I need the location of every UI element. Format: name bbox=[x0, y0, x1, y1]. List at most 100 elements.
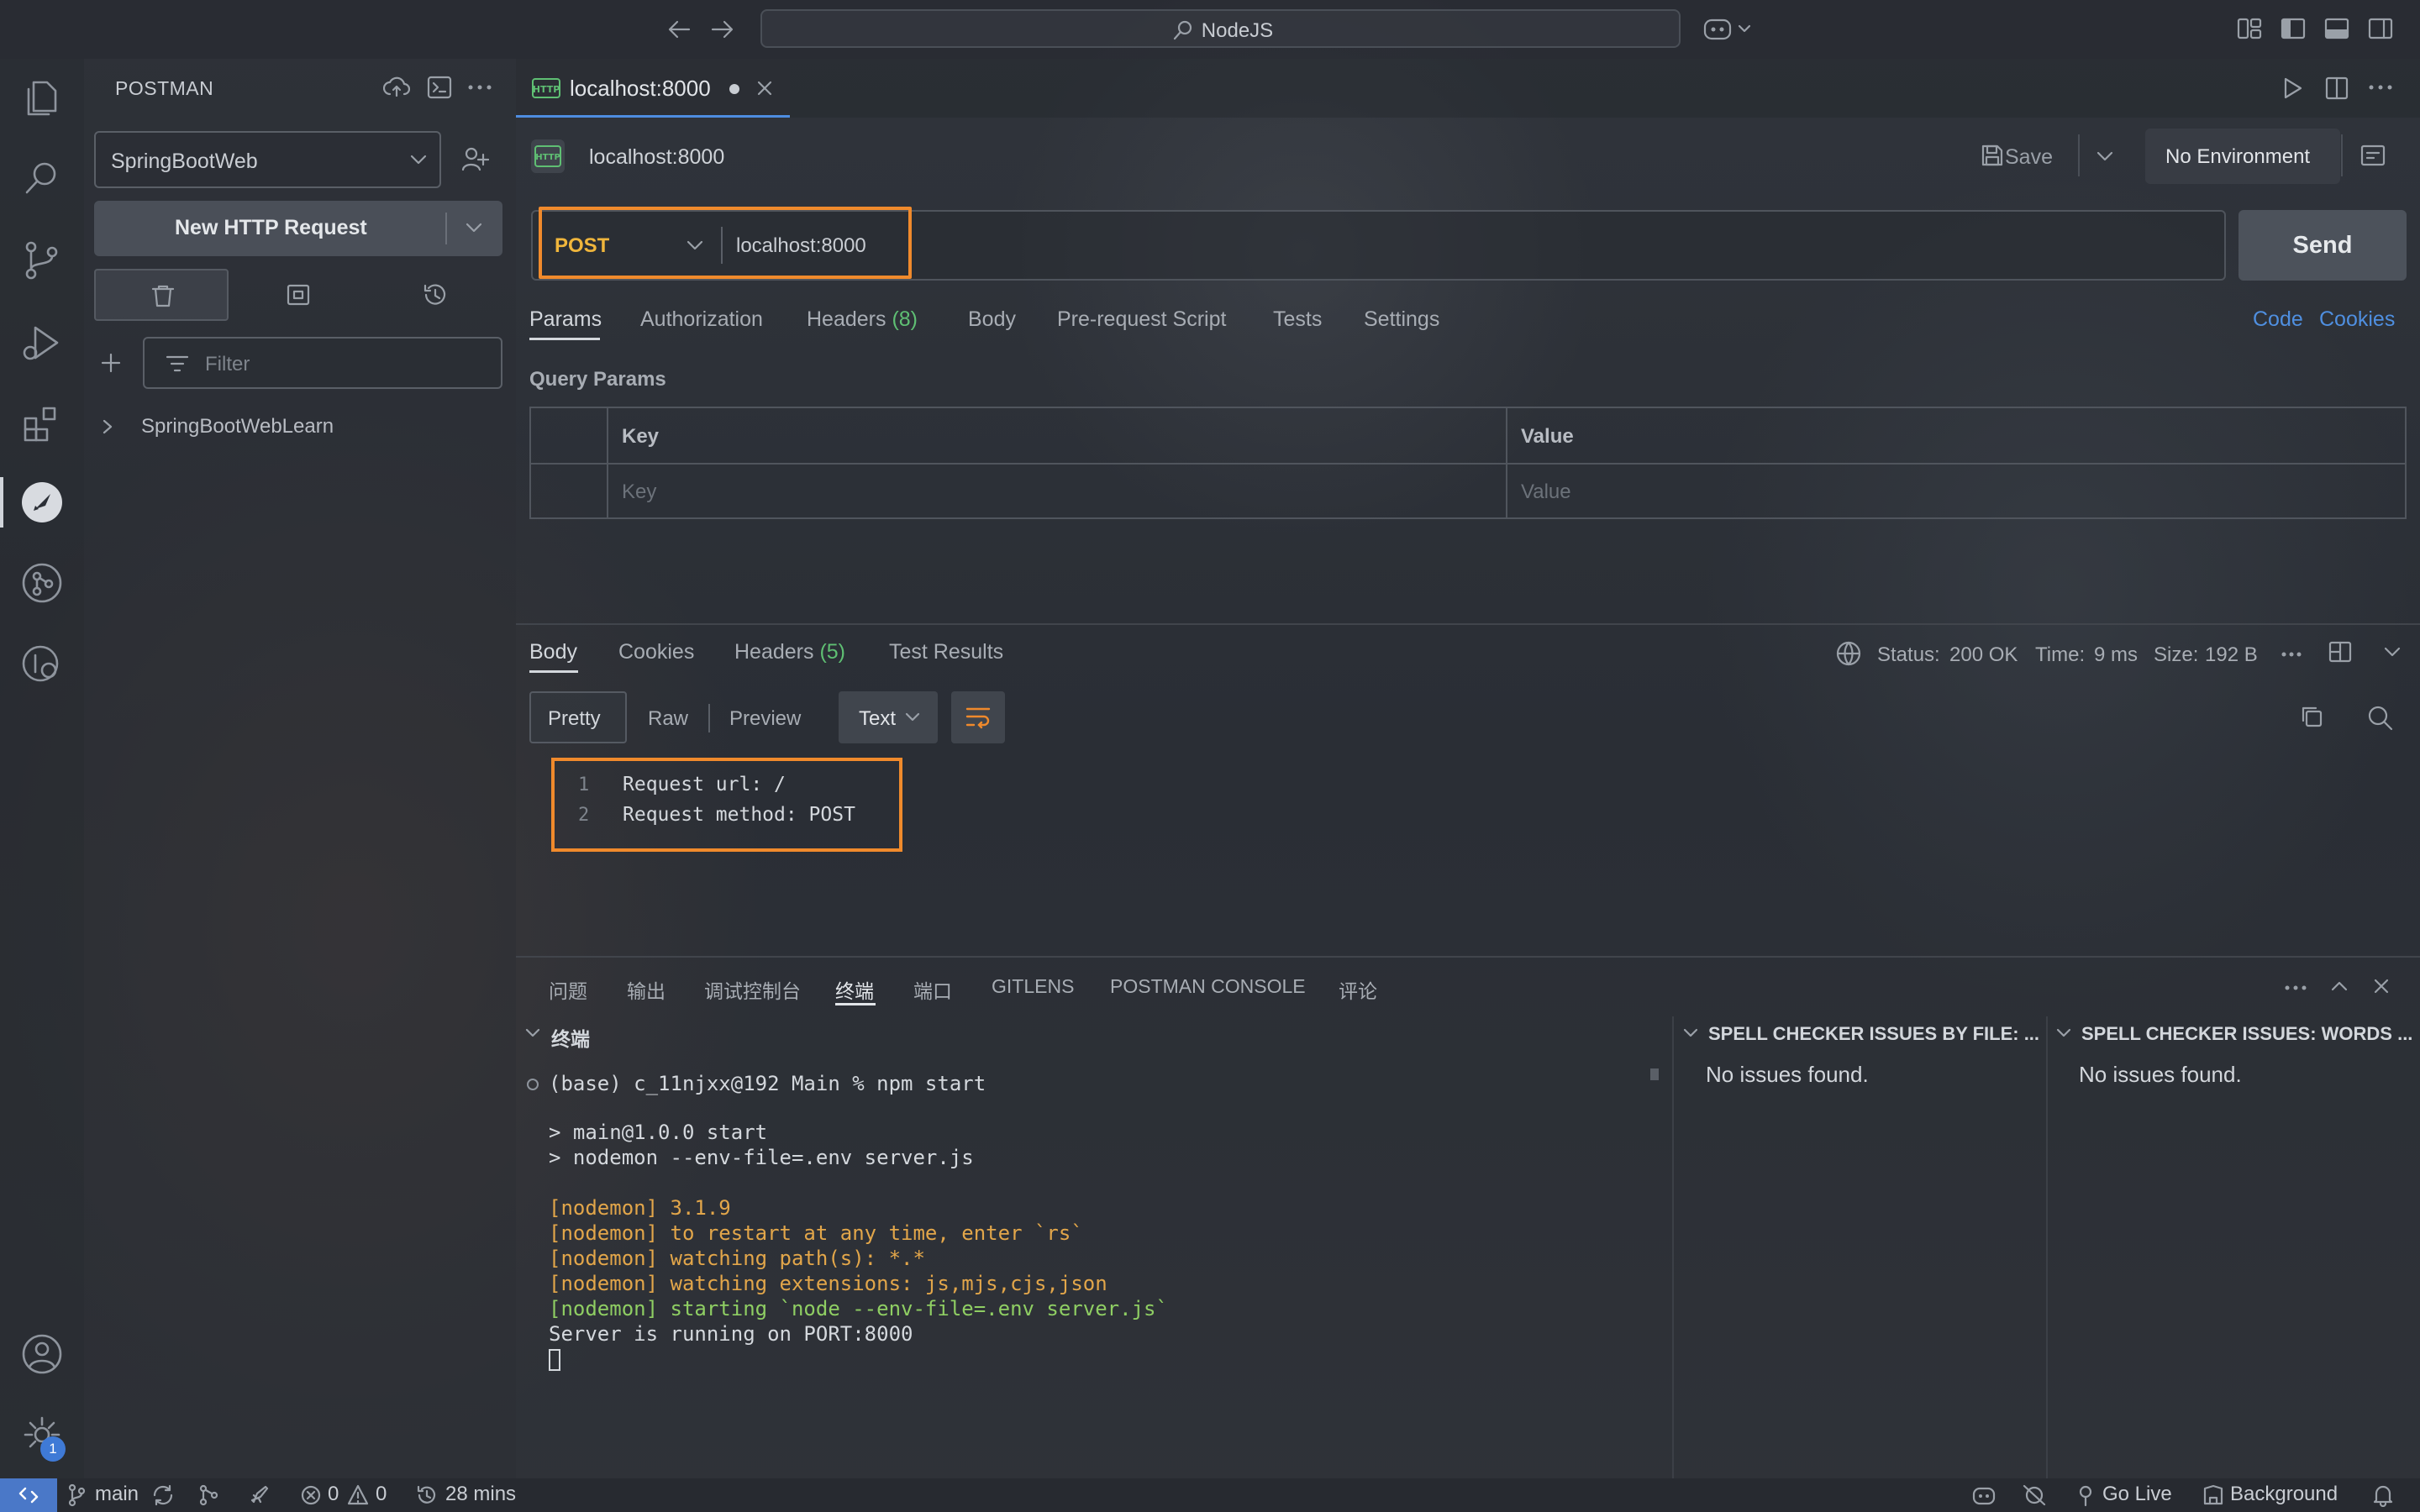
source-control-icon[interactable] bbox=[18, 237, 66, 284]
close-tab-icon[interactable] bbox=[755, 78, 775, 98]
time-history-icon[interactable] bbox=[415, 1483, 439, 1507]
add-collection-icon[interactable] bbox=[99, 351, 123, 375]
tab-body[interactable]: Body bbox=[968, 307, 1016, 332]
terminal-scrollbar[interactable] bbox=[1650, 1068, 1659, 1080]
warning-count[interactable]: 0 bbox=[376, 1483, 387, 1506]
value-input[interactable]: Value bbox=[1521, 480, 1571, 504]
panel-tab-gitlens[interactable]: GITLENS bbox=[992, 975, 1074, 998]
panel-tab-ports[interactable]: 端口 bbox=[913, 975, 952, 1004]
wrap-lines-button[interactable] bbox=[951, 691, 1005, 743]
environment-quick-look-icon[interactable] bbox=[2360, 143, 2386, 168]
response-tab-cookies[interactable]: Cookies bbox=[618, 640, 694, 664]
terminal-icon[interactable] bbox=[427, 76, 452, 99]
account-icon[interactable] bbox=[18, 1331, 66, 1378]
chevron-down-icon[interactable] bbox=[464, 221, 484, 236]
command-center-search[interactable]: NodeJS bbox=[760, 9, 1681, 48]
gitlens-inspect-icon[interactable] bbox=[18, 640, 66, 687]
url-input[interactable]: localhost:8000 bbox=[736, 234, 866, 258]
response-more-icon[interactable] bbox=[2281, 651, 2302, 658]
add-user-icon[interactable] bbox=[460, 144, 489, 173]
send-button[interactable]: Send bbox=[2238, 210, 2407, 281]
split-editor-icon[interactable] bbox=[2324, 76, 2349, 101]
branch-name[interactable]: main bbox=[95, 1483, 139, 1506]
method-chevron-icon[interactable] bbox=[686, 239, 704, 252]
response-tab-test-results[interactable]: Test Results bbox=[889, 640, 1003, 664]
request-response-divider[interactable] bbox=[516, 623, 2420, 625]
terminal-cursor[interactable] bbox=[549, 1349, 560, 1371]
sync-icon[interactable] bbox=[151, 1483, 175, 1507]
maximize-panel-icon[interactable] bbox=[2329, 976, 2349, 996]
size-value[interactable]: 192 B bbox=[2205, 643, 2258, 667]
layout-toggle-icon[interactable] bbox=[2328, 640, 2353, 664]
response-tab-headers[interactable]: Headers (5) bbox=[734, 640, 845, 664]
cloud-upload-icon[interactable] bbox=[383, 76, 410, 99]
panel-tab-comments[interactable]: 评论 bbox=[1339, 975, 1377, 1004]
panel-more-icon[interactable] bbox=[2284, 984, 2307, 991]
notifications-bell-icon[interactable] bbox=[2371, 1483, 2395, 1507]
customize-layout-icon[interactable] bbox=[2237, 17, 2262, 40]
text-format-select[interactable]: Text bbox=[839, 691, 938, 743]
time-value[interactable]: 9 ms bbox=[2094, 643, 2138, 667]
back-arrow-icon[interactable] bbox=[667, 18, 691, 40]
globe-icon[interactable] bbox=[1835, 640, 1862, 667]
environment-select[interactable]: No Environment bbox=[2145, 129, 2340, 184]
tab-headers[interactable]: Headers (8) bbox=[807, 307, 918, 332]
format-preview-button[interactable]: Preview bbox=[729, 707, 801, 731]
editor-more-icon[interactable] bbox=[2368, 84, 2393, 91]
toggle-panel-icon[interactable] bbox=[2324, 17, 2349, 40]
run-debug-icon[interactable] bbox=[18, 319, 66, 366]
response-tab-body[interactable]: Body bbox=[529, 640, 577, 664]
workspace-select[interactable]: SpringBootWeb bbox=[94, 131, 441, 188]
environments-tab[interactable] bbox=[231, 269, 366, 321]
panel-split-divider[interactable] bbox=[1672, 1016, 1674, 1478]
tab-pre-request-script[interactable]: Pre-request Script bbox=[1057, 307, 1226, 332]
chevron-right-icon[interactable] bbox=[101, 418, 114, 435]
gitlens-icon[interactable] bbox=[18, 559, 66, 606]
search-icon[interactable] bbox=[18, 155, 66, 202]
run-icon[interactable] bbox=[2281, 76, 2304, 101]
error-count[interactable]: 0 bbox=[328, 1483, 339, 1506]
git-graph-icon[interactable] bbox=[198, 1483, 220, 1507]
go-live-icon[interactable] bbox=[2075, 1483, 2096, 1507]
debug-status-icon[interactable] bbox=[2022, 1483, 2047, 1507]
deploy-rocket-icon[interactable] bbox=[249, 1483, 272, 1507]
terminal-collapse-chevron-icon[interactable] bbox=[524, 1026, 541, 1040]
warnings-icon[interactable] bbox=[346, 1483, 370, 1507]
errors-icon[interactable] bbox=[299, 1483, 323, 1507]
panel-tab-debug-console[interactable]: 调试控制台 bbox=[704, 975, 801, 1004]
spell-file-chevron-icon[interactable] bbox=[1682, 1026, 1699, 1040]
tab-settings[interactable]: Settings bbox=[1364, 307, 1439, 332]
save-icon[interactable] bbox=[1980, 143, 2005, 168]
save-button[interactable]: Save bbox=[2005, 145, 2053, 170]
close-panel-icon[interactable] bbox=[2371, 976, 2391, 996]
explorer-icon[interactable] bbox=[18, 74, 66, 121]
session-time[interactable]: 28 mins bbox=[445, 1483, 516, 1506]
spell-words-chevron-icon[interactable] bbox=[2055, 1026, 2072, 1040]
panel-split-divider[interactable] bbox=[2046, 1016, 2048, 1478]
remote-indicator[interactable] bbox=[0, 1478, 57, 1512]
request-title[interactable]: localhost:8000 bbox=[589, 145, 724, 170]
panel-tab-output[interactable]: 输出 bbox=[627, 975, 666, 1004]
background-icon[interactable] bbox=[2202, 1483, 2225, 1507]
save-options-chevron-icon[interactable] bbox=[2096, 150, 2114, 163]
copilot-icon[interactable] bbox=[1702, 15, 1753, 42]
format-raw-button[interactable]: Raw bbox=[648, 707, 688, 731]
more-actions-icon[interactable] bbox=[467, 84, 492, 91]
forward-arrow-icon[interactable] bbox=[711, 18, 734, 40]
tab-params[interactable]: Params bbox=[529, 307, 602, 332]
panel-tab-postman-console[interactable]: POSTMAN CONSOLE bbox=[1110, 975, 1306, 998]
panel-tab-problems[interactable]: 问题 bbox=[549, 975, 587, 1004]
status-value[interactable]: 200 OK bbox=[1949, 643, 2018, 667]
extensions-icon[interactable] bbox=[18, 400, 66, 447]
toggle-secondary-sidebar-icon[interactable] bbox=[2368, 17, 2393, 40]
filter-input[interactable]: Filter bbox=[143, 337, 502, 389]
search-response-icon[interactable] bbox=[2366, 704, 2393, 731]
history-tab[interactable] bbox=[368, 269, 502, 321]
cookies-link[interactable]: Cookies bbox=[2319, 307, 2395, 332]
toggle-sidebar-icon[interactable] bbox=[2281, 17, 2306, 40]
collections-tab[interactable] bbox=[94, 269, 229, 321]
method-select[interactable]: POST bbox=[555, 234, 609, 258]
background-button[interactable]: Background bbox=[2230, 1483, 2338, 1506]
go-live-button[interactable]: Go Live bbox=[2102, 1483, 2172, 1506]
tab-authorization[interactable]: Authorization bbox=[640, 307, 763, 332]
